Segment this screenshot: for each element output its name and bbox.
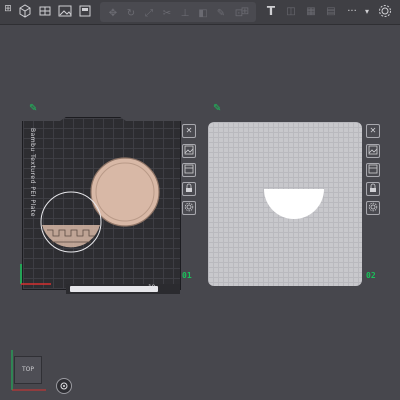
arrange-plate-button[interactable]: [366, 163, 380, 177]
zoom-fit-icon: [60, 382, 68, 390]
round-model: [90, 157, 160, 227]
plate-thumbnail-button[interactable]: [182, 144, 196, 158]
image-icon: [368, 145, 378, 155]
layout-icon[interactable]: [76, 2, 94, 20]
lock-icon: [370, 183, 376, 192]
zoom-fit-button[interactable]: [56, 378, 72, 394]
more-label: ···: [347, 5, 357, 17]
clipped-model-outline: [40, 191, 102, 253]
support-paint-icon[interactable]: ▤: [322, 2, 340, 20]
scale-icon[interactable]: ⤢: [140, 4, 158, 22]
plate-thumbnail-button[interactable]: [366, 144, 380, 158]
close-plate-button[interactable]: ✕: [182, 124, 196, 138]
view-cube[interactable]: TOP: [14, 356, 42, 384]
layout-icon: [184, 164, 194, 174]
cut-icon[interactable]: ✂: [158, 4, 176, 22]
rotate-icon[interactable]: ↻: [122, 4, 140, 22]
settings-icon: [368, 202, 378, 212]
chevron-down-icon[interactable]: ▾: [358, 2, 376, 20]
plate-1-number: 01: [182, 271, 192, 280]
assemble-icon[interactable]: ⊞: [236, 2, 254, 20]
move-icon[interactable]: ✥: [104, 4, 122, 22]
text-icon[interactable]: T: [262, 2, 280, 20]
top-toolbar: ⊞ ✥ ↻ ⤢ ✂ ⊥ ◧ ✎ ⊡ ⊞ T ◫ ▦ ▤ ··· ▾: [0, 0, 400, 25]
collapse-icon[interactable]: ⊞: [2, 3, 14, 15]
paint-icon[interactable]: ✎: [212, 4, 230, 22]
plate-settings-button[interactable]: [366, 201, 380, 215]
transform-tool-group: ✥ ↻ ⤢ ✂ ⊥ ◧ ✎ ⊡: [100, 2, 256, 22]
close-plate-button[interactable]: ✕: [366, 124, 380, 138]
arrange-plate-button[interactable]: [182, 163, 196, 177]
settings-icon[interactable]: [376, 2, 394, 20]
lock-plate-button[interactable]: [366, 182, 380, 196]
slice-icon[interactable]: ◫: [282, 2, 300, 20]
half-disc-model: [264, 189, 324, 219]
lock-icon: [186, 183, 192, 192]
plate-nameplate: [70, 286, 158, 292]
plate-1-edit-icon[interactable]: ✎: [29, 103, 37, 114]
image-icon[interactable]: [56, 2, 74, 20]
settings-icon: [184, 202, 194, 212]
image-icon: [184, 145, 194, 155]
plate-2-edit-icon[interactable]: ✎: [213, 103, 221, 114]
nameplate-text: 10: [148, 284, 156, 291]
layout-icon: [368, 164, 378, 174]
text-tool-label: T: [266, 4, 276, 18]
add-cube-icon[interactable]: [16, 2, 34, 20]
seam-icon[interactable]: ◧: [194, 4, 212, 22]
lock-plate-button[interactable]: [182, 182, 196, 196]
origin-axes: [20, 264, 51, 285]
support-icon[interactable]: ⊥: [176, 4, 194, 22]
view-cube-face-label: TOP: [21, 366, 34, 373]
plate-icon[interactable]: [36, 2, 54, 20]
plate-2-number: 02: [366, 271, 376, 280]
plate-settings-button[interactable]: [182, 201, 196, 215]
grid-icon[interactable]: ▦: [302, 2, 320, 20]
plate-2-models: [264, 189, 324, 219]
plate-2[interactable]: [208, 122, 362, 286]
